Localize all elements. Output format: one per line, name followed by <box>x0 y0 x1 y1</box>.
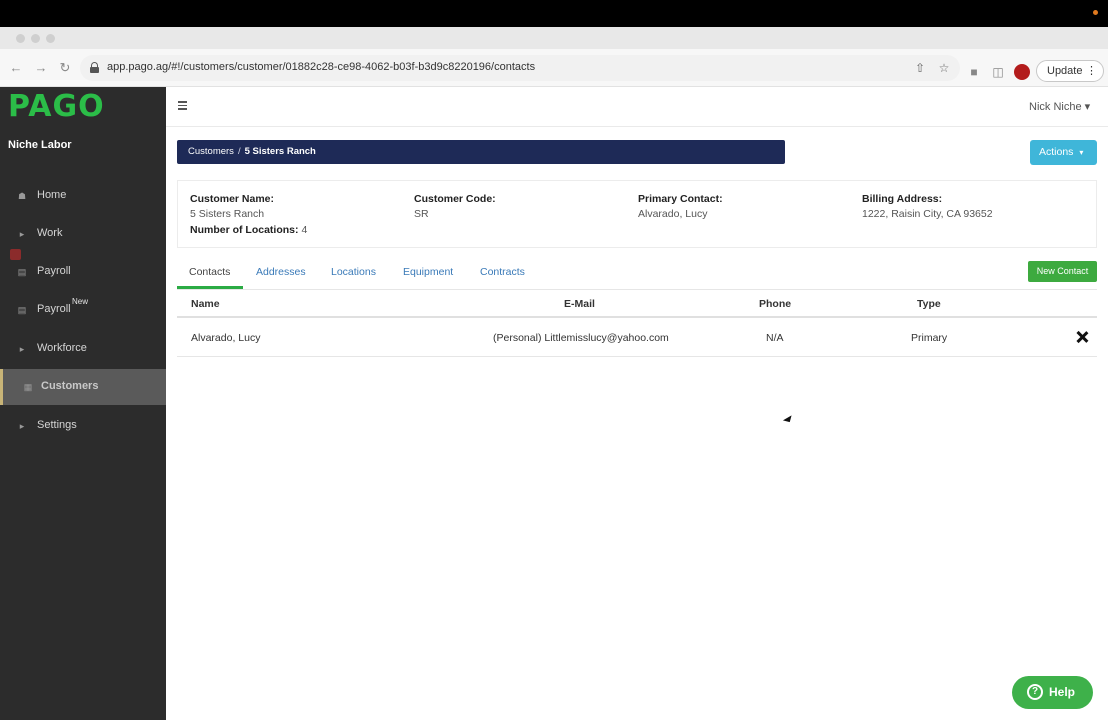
new-contact-button[interactable]: New Contact <box>1028 261 1097 282</box>
tab-locations[interactable]: Locations <box>331 266 376 278</box>
sidebar-item-settings[interactable]: ▸ Settings <box>0 408 166 444</box>
caret-right-icon: ▸ <box>19 229 25 239</box>
sidebar-item-label: Payroll <box>37 303 71 315</box>
billing-address-field: Billing Address: 1222, Raisin City, CA 9… <box>862 193 993 220</box>
customer-name-value: 5 Sisters Ranch <box>190 208 265 220</box>
reload-icon[interactable]: ↻ <box>58 61 72 75</box>
tab-contracts[interactable]: Contracts <box>480 266 525 278</box>
update-button[interactable]: Update ⋮ <box>1036 60 1104 82</box>
customer-code-label: Customer Code: <box>414 193 496 205</box>
mouse-cursor-icon <box>782 415 795 425</box>
sidebar-item-label: Payroll <box>37 265 71 277</box>
sidepanel-icon[interactable]: ◫ <box>991 65 1005 79</box>
column-header-email[interactable]: E-Mail <box>564 298 595 310</box>
help-label: Help <box>1049 685 1076 699</box>
sidebar-item-payroll[interactable]: ▤ Payroll <box>0 254 166 290</box>
sidebar-item-work[interactable]: ▸ Work <box>0 216 166 252</box>
breadcrumb: Customers/5 Sisters Ranch <box>177 140 785 164</box>
primary-contact-field: Primary Contact: Alvarado, Lucy <box>638 193 723 220</box>
question-icon: ? <box>1027 684 1043 700</box>
active-tab-indicator <box>177 286 243 289</box>
contact-phone: N/A <box>766 332 784 344</box>
contact-email: (Personal) Littlemisslucy@yahoo.com <box>493 332 669 344</box>
sidebar-item-customers[interactable]: ▦ Customers <box>0 369 166 405</box>
zoom-window-icon[interactable] <box>46 34 55 43</box>
breadcrumb-customers-link[interactable]: Customers <box>188 146 234 157</box>
customer-name-field: Customer Name: 5 Sisters Ranch <box>190 193 274 220</box>
caret-right-icon: ▸ <box>19 344 25 354</box>
browser-toolbar: ← → ↻ app.pago.ag/#!/customers/customer/… <box>0 49 1108 87</box>
caret-down-icon: ▾ <box>1084 101 1091 113</box>
column-header-phone[interactable]: Phone <box>759 298 791 310</box>
extensions-icon[interactable]: ■ <box>967 65 981 79</box>
table-row[interactable]: Alvarado, Lucy (Personal) Littlemisslucy… <box>177 320 1097 357</box>
tab-contacts[interactable]: Contacts <box>189 266 230 278</box>
actions-button[interactable]: Actions ▾ <box>1030 140 1097 165</box>
os-menu-bar <box>0 0 1108 27</box>
recording-indicator-icon <box>1093 10 1098 15</box>
minimize-window-icon[interactable] <box>31 34 40 43</box>
back-icon[interactable]: ← <box>9 61 23 75</box>
billing-address-value: 1222, Raisin City, CA 93652 <box>862 208 993 220</box>
billing-address-label: Billing Address: <box>862 193 943 205</box>
user-name: Nick Niche <box>1029 101 1082 113</box>
number-of-locations-field: Number of Locations: 4 <box>190 224 307 236</box>
customer-name-label: Customer Name: <box>190 193 275 205</box>
organization-name: Niche Labor <box>8 139 72 151</box>
column-header-name[interactable]: Name <box>191 298 220 310</box>
sidebar-item-label: Customers <box>41 380 99 392</box>
primary-contact-value: Alvarado, Lucy <box>638 208 708 220</box>
profile-icon[interactable] <box>1014 64 1030 80</box>
sidebar-item-label: Work <box>37 227 63 239</box>
money-icon: ▤ <box>17 305 27 315</box>
update-label: Update <box>1047 65 1083 77</box>
caret-down-icon: ▾ <box>1079 148 1084 157</box>
sidebar: PAGO Niche Labor ☗ Home ▸ Work ▤ Payroll… <box>0 87 166 720</box>
money-icon: ▤ <box>17 267 27 277</box>
hamburger-menu-icon[interactable] <box>178 101 187 110</box>
sidebar-item-payroll-new[interactable]: ▤ Payroll New <box>0 292 166 328</box>
sidebar-item-label: Home <box>37 189 67 201</box>
url-text[interactable]: app.pago.ag/#!/customers/customer/01882c… <box>107 61 535 73</box>
sidebar-item-label: Settings <box>37 419 77 431</box>
lock-icon <box>90 62 99 73</box>
actions-label: Actions <box>1039 146 1074 158</box>
help-button[interactable]: ? Help <box>1012 676 1093 709</box>
primary-contact-label: Primary Contact: <box>638 193 723 205</box>
close-window-icon[interactable] <box>16 34 25 43</box>
breadcrumb-current: 5 Sisters Ranch <box>244 146 316 157</box>
customer-info-panel: Customer Name: 5 Sisters Ranch Customer … <box>177 180 1097 248</box>
header-divider <box>166 126 1108 127</box>
column-header-type[interactable]: Type <box>917 298 941 310</box>
building-icon: ▦ <box>23 382 33 392</box>
star-icon[interactable]: ☆ <box>937 61 951 75</box>
delete-contact-icon[interactable] <box>1075 330 1089 344</box>
address-bar[interactable]: app.pago.ag/#!/customers/customer/01882c… <box>80 55 960 81</box>
tab-addresses[interactable]: Addresses <box>256 266 306 278</box>
pago-logo[interactable]: PAGO <box>8 91 105 123</box>
customer-code-value: SR <box>414 208 429 220</box>
more-icon: ⋮ <box>1086 65 1097 77</box>
forward-icon[interactable]: → <box>34 61 48 75</box>
tab-equipment[interactable]: Equipment <box>403 266 453 278</box>
customer-tabs: Contacts Addresses Locations Equipment C… <box>177 260 1097 290</box>
locations-label: Number of Locations: <box>190 224 299 236</box>
contact-name[interactable]: Alvarado, Lucy <box>191 332 260 344</box>
sidebar-item-workforce[interactable]: ▸ Workforce <box>0 331 166 367</box>
breadcrumb-separator: / <box>237 146 241 157</box>
sidebar-item-label: Workforce <box>37 342 87 354</box>
customer-code-field: Customer Code: SR <box>414 193 496 220</box>
locations-value: 4 <box>301 224 308 236</box>
user-menu[interactable]: Nick Niche ▾ <box>1029 100 1090 113</box>
new-badge: New <box>72 297 89 306</box>
sidebar-item-home[interactable]: ☗ Home <box>0 178 166 214</box>
home-icon: ☗ <box>17 191 27 201</box>
browser-tab-strip <box>0 27 1108 49</box>
contact-type: Primary <box>911 332 948 344</box>
share-icon[interactable]: ⇧ <box>913 61 927 75</box>
caret-right-icon: ▸ <box>19 421 25 431</box>
contacts-table-header: Name E-Mail Phone Type <box>177 291 1097 318</box>
